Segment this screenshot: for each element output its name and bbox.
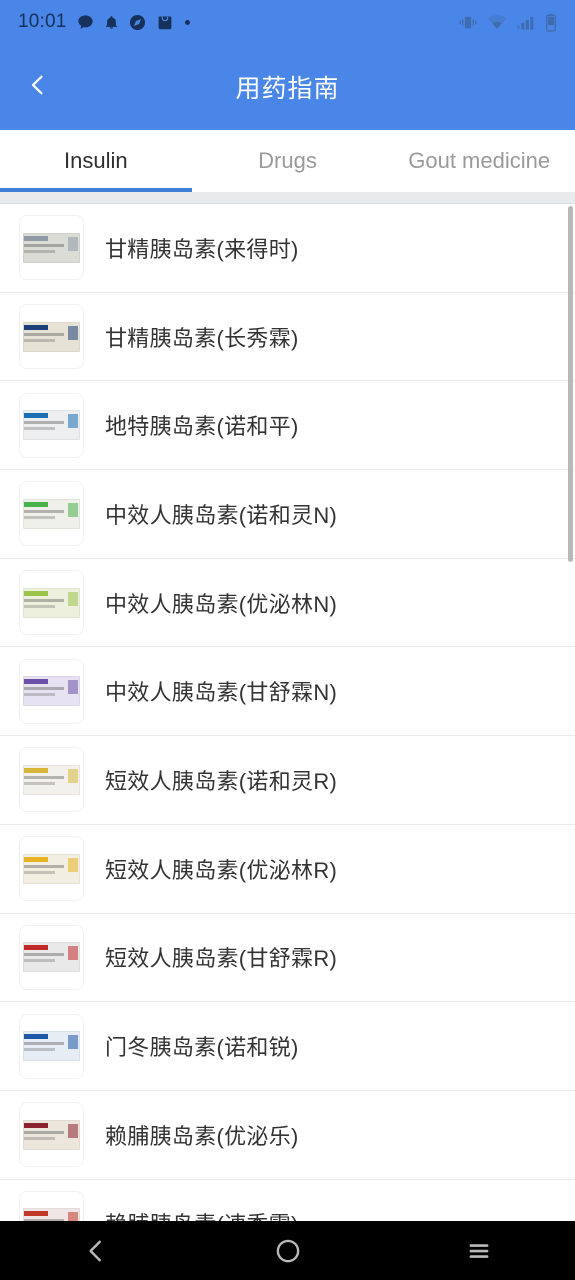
medication-thumbnail [20, 1103, 83, 1167]
vibrate-icon [458, 14, 478, 31]
status-bar-left: 10:01 [18, 11, 192, 33]
list-item-label: 中效人胰岛素(甘舒霖N) [105, 680, 338, 706]
list-item-label: 地特胰岛素(诺和平) [105, 414, 299, 440]
vertical-scrollbar[interactable] [568, 206, 573, 562]
shopping-bag-icon [156, 13, 174, 32]
signal-icon [516, 14, 536, 31]
list-item[interactable]: 短效人胰岛素(优泌林R) [0, 824, 575, 914]
status-bar-clock: 10:01 [18, 11, 67, 32]
list-item-label: 中效人胰岛素(优泌林N) [105, 591, 338, 617]
tab-insulin-label: Insulin [64, 148, 128, 173]
list-item-label: 短效人胰岛素(优泌林R) [105, 857, 338, 883]
list-item[interactable]: 赖脯胰岛素(优泌乐) [0, 1090, 575, 1180]
list-item-label: 甘精胰岛素(长秀霖) [105, 325, 299, 351]
tab-active-indicator [0, 188, 192, 192]
list-item[interactable]: 赖脯胰岛素(速秀霖) [0, 1179, 575, 1221]
chevron-left-icon [81, 1236, 111, 1266]
chat-bubble-icon [76, 13, 95, 32]
system-nav-bar [0, 1221, 575, 1280]
tab-drugs[interactable]: Drugs [192, 130, 384, 192]
medication-thumbnail [20, 482, 83, 546]
list-item-label: 中效人胰岛素(诺和灵N) [105, 502, 338, 528]
battery-icon [545, 13, 557, 32]
page-title: 用药指南 [235, 75, 340, 103]
tab-gout-medicine-label: Gout medicine [408, 148, 551, 173]
app-bar: 用药指南 [0, 44, 575, 130]
phone-screen: 10:01 用药指南 Insulin Drugs Gout medicine 甘… [0, 0, 575, 1280]
nav-home-button[interactable] [192, 1236, 384, 1266]
circle-icon [273, 1236, 303, 1266]
medication-thumbnail [20, 1191, 83, 1221]
medication-thumbnail [20, 1014, 83, 1078]
list-item-label: 甘精胰岛素(来得时) [105, 236, 299, 262]
tab-drugs-label: Drugs [258, 148, 317, 173]
list-item[interactable]: 门冬胰岛素(诺和锐) [0, 1002, 575, 1091]
wifi-icon [487, 14, 507, 31]
list-item[interactable]: 中效人胰岛素(甘舒霖N) [0, 647, 575, 737]
tab-bar: Insulin Drugs Gout medicine [0, 130, 575, 192]
medication-list-scroll[interactable]: 甘精胰岛素(来得时) 甘精胰岛素(长秀霖) 地特胰岛素(诺和平) 中效人胰岛素(诺和灵… [0, 204, 575, 1221]
medication-list: 甘精胰岛素(来得时) 甘精胰岛素(长秀霖) 地特胰岛素(诺和平) 中效人胰岛素(诺和灵… [0, 204, 575, 1221]
menu-icon [464, 1236, 494, 1266]
list-item[interactable]: 中效人胰岛素(诺和灵N) [0, 470, 575, 559]
nav-recents-button[interactable] [383, 1236, 575, 1266]
medication-thumbnail [20, 216, 83, 280]
tab-separator [0, 192, 575, 204]
dot-icon [183, 13, 192, 32]
medication-thumbnail [20, 748, 83, 812]
tab-gout-medicine[interactable]: Gout medicine [383, 130, 575, 192]
medication-thumbnail [20, 571, 83, 635]
list-item-label: 赖脯胰岛素(速秀霖) [105, 1207, 299, 1221]
list-item[interactable]: 中效人胰岛素(优泌林N) [0, 558, 575, 648]
medication-thumbnail [20, 305, 83, 369]
compass-icon [128, 13, 147, 32]
list-item-label: 赖脯胰岛素(优泌乐) [105, 1123, 299, 1149]
list-item[interactable]: 甘精胰岛素(来得时) [0, 204, 575, 293]
status-bar: 10:01 [0, 0, 575, 44]
list-item-label: 短效人胰岛素(诺和灵R) [105, 768, 338, 794]
list-item-label: 短效人胰岛素(甘舒霖R) [105, 946, 338, 972]
chevron-left-icon [25, 72, 51, 103]
status-bar-right [458, 13, 557, 32]
nav-back-button[interactable] [0, 1236, 192, 1266]
medication-thumbnail [20, 659, 83, 723]
list-item[interactable]: 甘精胰岛素(长秀霖) [0, 292, 575, 382]
medication-thumbnail [20, 393, 83, 457]
list-item-label: 门冬胰岛素(诺和锐) [105, 1035, 299, 1061]
list-item[interactable]: 短效人胰岛素(诺和灵R) [0, 736, 575, 825]
medication-thumbnail [20, 837, 83, 901]
back-button[interactable] [14, 63, 62, 111]
tab-insulin[interactable]: Insulin [0, 130, 192, 192]
bell-icon [104, 13, 119, 32]
list-item[interactable]: 地特胰岛素(诺和平) [0, 381, 575, 471]
list-item[interactable]: 短效人胰岛素(甘舒霖R) [0, 913, 575, 1003]
medication-thumbnail [20, 925, 83, 989]
